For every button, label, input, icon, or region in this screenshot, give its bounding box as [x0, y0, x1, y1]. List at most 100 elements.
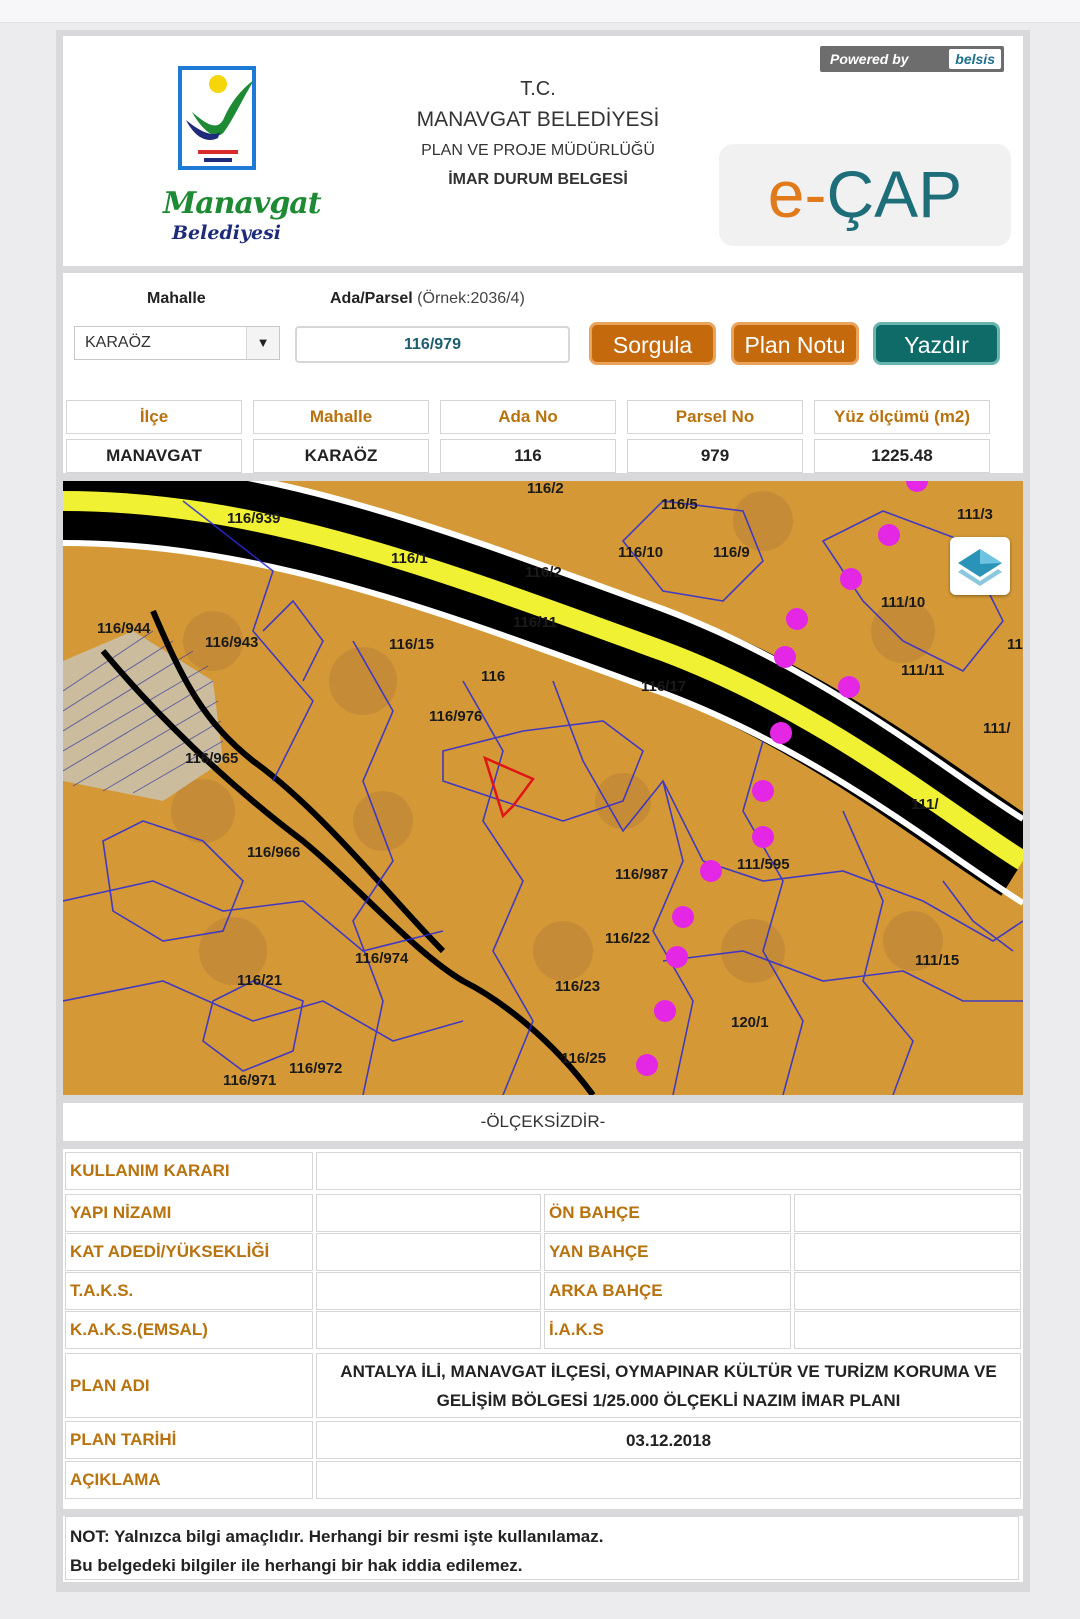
parcel-label: 116 — [481, 668, 505, 685]
parcel-label: 111/10 — [881, 594, 925, 611]
on-bahce-label: ÖN BAHÇE — [544, 1194, 791, 1232]
parcel-label: 116/944 — [97, 620, 151, 637]
parcel-label: 116/939 — [227, 510, 280, 527]
parcel-label: 116/23 — [555, 978, 600, 995]
powered-by-text: Powered by — [830, 51, 909, 67]
parcel-label: 120/1 — [731, 1014, 769, 1031]
municipality-logo — [178, 66, 256, 170]
parcel-label: 116/22 — [605, 930, 650, 947]
parcel-map[interactable]: 116/2 116/5 111/3 116/939 116/10 116/9 116/1 11… — [63, 481, 1023, 1095]
logo-subtext: Belediyesi — [172, 222, 281, 244]
ada-parsel-input[interactable]: 116/979 — [295, 326, 570, 363]
kaks-value — [316, 1311, 541, 1349]
parcel-label: 116/17 — [641, 678, 686, 695]
parcel-label: 116/5 — [661, 496, 698, 513]
yan-bahce-value — [794, 1233, 1021, 1271]
info-header-ilce: İlçe — [66, 400, 242, 434]
powered-by-badge: Powered by belsis — [820, 46, 1004, 72]
kullanim-karari-label: KULLANIM KARARI — [65, 1152, 313, 1190]
info-value-parsel: 979 — [627, 439, 803, 473]
header-doc-title: İMAR DURUM BELGESİ — [448, 171, 628, 188]
ecap-logo-cap: ÇAP — [826, 157, 963, 231]
info-value-ada: 116 — [440, 439, 616, 473]
parcel-label: 111/11 — [901, 662, 944, 679]
parcel-label: 111/3 — [957, 506, 993, 523]
arka-bahce-label: ARKA BAHÇE — [544, 1272, 791, 1310]
info-value-ilce: MANAVGAT — [66, 439, 242, 473]
yan-bahce-label: YAN BAHÇE — [544, 1233, 791, 1271]
parcel-label: 116/10 — [618, 544, 663, 561]
chevron-down-icon[interactable]: ▼ — [246, 327, 279, 359]
disclaimer-box: NOT: Yalnızca bilgi amaçlıdır. Herhangi … — [65, 1516, 1019, 1580]
parcel-label: 111/15 — [915, 952, 959, 969]
taks-label: T.A.K.S. — [65, 1272, 313, 1310]
header-department: PLAN VE PROJE MÜDÜRLÜĞÜ — [421, 142, 655, 159]
parcel-label: 116/11 — [513, 614, 557, 631]
ada-parsel-label-group: Ada/Parsel (Örnek:2036/4) — [330, 290, 525, 308]
parcel-label: 116/15 — [389, 636, 434, 653]
aciklama-value — [316, 1461, 1021, 1499]
kat-adedi-value — [316, 1233, 541, 1271]
iaks-label: İ.A.K.S — [544, 1311, 791, 1349]
info-header-area: Yüz ölçümü (m2) — [814, 400, 990, 434]
powered-by-brand: belsis — [949, 49, 1001, 69]
parcel-label: 11 — [1007, 636, 1023, 653]
scale-note: -ÖLÇEKSİZDİR- — [63, 1103, 1023, 1141]
parcel-label: 116/972 — [289, 1060, 342, 1077]
header-municipality: MANAVGAT BELEDİYESİ — [416, 108, 660, 131]
parcel-label: 111/ — [983, 720, 1011, 737]
arka-bahce-value — [794, 1272, 1021, 1310]
parcel-label: 116/987 — [615, 866, 668, 883]
yapi-nizami-value — [316, 1194, 541, 1232]
parcel-label: 116/9 — [713, 544, 750, 561]
yazdir-button[interactable]: Yazdır — [873, 322, 1000, 365]
aciklama-label: AÇIKLAMA — [65, 1461, 313, 1499]
mahalle-select-value: KARAÖZ — [85, 334, 151, 351]
parcel-label: 116/971 — [223, 1072, 276, 1089]
iaks-value — [794, 1311, 1021, 1349]
mahalle-label: Mahalle — [147, 290, 206, 307]
plan-tarihi-value: 03.12.2018 — [316, 1421, 1021, 1459]
parcel-label: 116/1 — [391, 550, 428, 567]
plan-adi-label: PLAN ADI — [65, 1353, 313, 1418]
kat-adedi-label: KAT ADEDİ/YÜKSEKLİĞİ — [65, 1233, 313, 1271]
layers-button[interactable] — [950, 537, 1010, 595]
disclaimer-line-2: Bu belgedeki bilgiler ile herhangi bir h… — [70, 1556, 523, 1575]
ada-parsel-hint: (Örnek:2036/4) — [417, 290, 525, 307]
info-value-mahalle: KARAÖZ — [253, 439, 429, 473]
parcel-label: 116/965 — [185, 750, 238, 767]
parcel-label: 116/2 — [525, 564, 562, 581]
parcel-label: 111/595 — [737, 856, 790, 873]
taks-value — [316, 1272, 541, 1310]
info-header-parsel: Parsel No — [627, 400, 803, 434]
parcel-label: 116/974 — [355, 950, 409, 967]
plan-tarihi-label: PLAN TARİHİ — [65, 1421, 313, 1459]
parcel-label: 111/ — [911, 796, 939, 813]
layers-icon — [958, 549, 1002, 586]
parcel-label: 116/25 — [561, 1050, 606, 1067]
browser-top-bar — [0, 0, 1080, 23]
info-header-mahalle: Mahalle — [253, 400, 429, 434]
parcel-label: 116/2 — [527, 481, 564, 497]
disclaimer-panel: NOT: Yalnızca bilgi amaçlıdır. Herhangi … — [63, 1516, 1023, 1582]
mahalle-select[interactable]: KARAÖZ ▼ — [74, 326, 280, 360]
info-header-ada: Ada No — [440, 400, 616, 434]
plan-adi-value: ANTALYA İLİ, MANAVGAT İLÇESİ, OYMAPINAR … — [316, 1353, 1021, 1418]
parcel-label: 116/966 — [247, 844, 300, 861]
on-bahce-value — [794, 1194, 1021, 1232]
kaks-label: K.A.K.S.(EMSAL) — [65, 1311, 313, 1349]
info-value-area: 1225.48 — [814, 439, 990, 473]
ada-parsel-label: Ada/Parsel — [330, 290, 413, 307]
logo-wordmark: Manavgat — [163, 186, 322, 221]
parcel-label: 116/943 — [205, 634, 258, 651]
parcel-label: 116/21 — [237, 972, 282, 989]
yapi-nizami-label: YAPI NİZAMI — [65, 1194, 313, 1232]
map-canvas[interactable]: 116/2116/5111/3116/939116/10 116/9116/111… — [63, 481, 1023, 1095]
plan-notu-button[interactable]: Plan Notu — [731, 322, 859, 365]
sorgula-button[interactable]: Sorgula — [589, 322, 716, 365]
kullanim-karari-value — [316, 1152, 1021, 1190]
ecap-logo-e: e- — [767, 157, 827, 231]
ecap-logo: e-ÇAP — [719, 144, 1011, 246]
disclaimer-line-1: NOT: Yalnızca bilgi amaçlıdır. Herhangi … — [70, 1527, 604, 1546]
header-tc: T.C. — [520, 78, 556, 100]
